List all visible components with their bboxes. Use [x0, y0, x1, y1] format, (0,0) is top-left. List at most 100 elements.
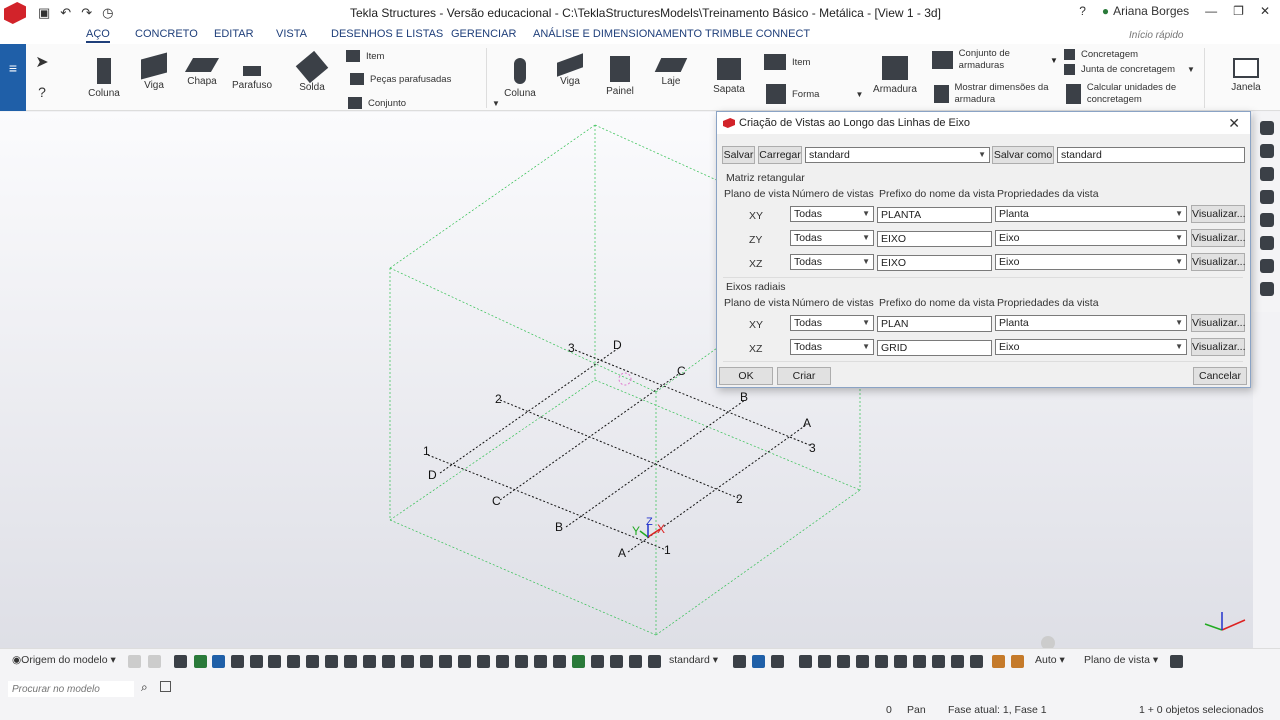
model-search-input[interactable]: [8, 681, 134, 697]
user-account[interactable]: ● Ariana Borges: [1102, 4, 1189, 18]
side-menu-button[interactable]: ≡: [0, 44, 26, 111]
calculate-pour-units-button[interactable]: Calcular unidades de concretagem: [1066, 82, 1196, 106]
align-x-icon[interactable]: [913, 655, 926, 668]
work-plane-icon[interactable]: [992, 655, 1005, 668]
save-icon[interactable]: ▣: [38, 5, 50, 21]
help-icon[interactable]: ?: [1079, 4, 1086, 18]
select-reference-icon[interactable]: [420, 655, 433, 668]
visibility-icon[interactable]: [771, 655, 784, 668]
select-bolts-icon[interactable]: [250, 655, 263, 668]
window-button[interactable]: Janela: [1224, 58, 1268, 93]
search-icon[interactable]: ⌕: [141, 680, 148, 695]
snap-nearest-icon[interactable]: [572, 655, 585, 668]
view-prefix-input[interactable]: PLANTA: [877, 207, 992, 223]
view-count-select[interactable]: Todas ▼: [790, 230, 874, 246]
origin-select[interactable]: ◉Origem do modelo ▾: [12, 654, 116, 666]
view-button[interactable]: Visualizar...: [1191, 253, 1246, 271]
save-as-button[interactable]: Salvar como: [992, 146, 1054, 164]
arrow-icon[interactable]: [970, 655, 983, 668]
view-properties-select[interactable]: Planta ▼: [995, 315, 1187, 331]
rebar-set-dropdown-icon[interactable]: ▼: [1050, 56, 1058, 65]
query-tool[interactable]: ?: [32, 84, 52, 100]
snap-any-icon[interactable]: [591, 655, 604, 668]
gear-icon[interactable]: [1259, 213, 1274, 227]
item-button[interactable]: Item: [346, 50, 384, 62]
search-options-icon[interactable]: [160, 681, 171, 692]
cloud-icon[interactable]: [1259, 190, 1274, 204]
tab-analise[interactable]: ANÁLISE E DIMENSIONAMENTO: [533, 28, 702, 40]
weld-button[interactable]: Solda: [292, 50, 332, 93]
view-button[interactable]: Visualizar...: [1191, 314, 1246, 332]
select-views-icon[interactable]: [382, 655, 395, 668]
show-rebar-dimensions-button[interactable]: Mostrar dimensões da armadura: [934, 82, 1054, 106]
view-prefix-input[interactable]: GRID: [877, 340, 992, 356]
pour-button[interactable]: Concretagem: [1064, 49, 1138, 60]
hand-icon[interactable]: [1259, 236, 1274, 250]
rebar-set-button[interactable]: Conjunto de armaduras: [932, 48, 1052, 72]
view-prefix-input[interactable]: PLAN: [877, 316, 992, 332]
select-points-icon[interactable]: [344, 655, 357, 668]
snap-plus-icon[interactable]: [128, 655, 141, 668]
view-properties-select[interactable]: Eixo ▼: [995, 230, 1187, 246]
pour-joint-button[interactable]: Junta de concretagem ▼: [1064, 64, 1195, 75]
cancel-button[interactable]: Cancelar: [1193, 367, 1247, 385]
slab-button[interactable]: Laje: [651, 58, 691, 87]
dialog-close-button[interactable]: ✕: [1228, 115, 1240, 132]
angle-icon[interactable]: [894, 655, 907, 668]
globe-icon[interactable]: [1259, 167, 1274, 181]
snap-points-icon[interactable]: [458, 655, 471, 668]
circle-icon[interactable]: [837, 655, 850, 668]
footing-button[interactable]: Sapata: [708, 58, 750, 95]
snap-intersections-icon[interactable]: [515, 655, 528, 668]
snap-centers-icon[interactable]: [496, 655, 509, 668]
view-plane-select[interactable]: Plano de vista ▾: [1084, 654, 1158, 666]
minimize-button[interactable]: —: [1205, 4, 1217, 18]
steel-column-button[interactable]: Coluna: [84, 58, 124, 99]
rebar-button[interactable]: Armadura: [872, 56, 918, 95]
view-properties-select[interactable]: Eixo ▼: [995, 254, 1187, 270]
align-icon[interactable]: [951, 655, 964, 668]
snap-custom-icon[interactable]: [648, 655, 661, 668]
snap-grid-icon[interactable]: [148, 655, 161, 668]
snap-ref-lines-icon[interactable]: [439, 655, 452, 668]
tab-concreto[interactable]: CONCRETO: [135, 28, 198, 40]
save-button[interactable]: Salvar: [722, 146, 755, 164]
formwork-dropdown-icon[interactable]: ▼: [855, 90, 863, 99]
assembly-dropdown-icon[interactable]: ▼: [492, 99, 500, 108]
concrete-column-button[interactable]: Coluna: [500, 58, 540, 99]
select-all-icon[interactable]: [174, 655, 187, 668]
view-properties-select[interactable]: Planta ▼: [995, 206, 1187, 222]
concrete-item-button[interactable]: Item: [764, 54, 810, 70]
snap-midpoints-icon[interactable]: [477, 655, 490, 668]
view-properties-select[interactable]: Eixo ▼: [995, 339, 1187, 355]
view-button[interactable]: Visualizar...: [1191, 338, 1246, 356]
view-count-select[interactable]: Todas ▼: [790, 315, 874, 331]
view-plane-icon[interactable]: [1011, 655, 1024, 668]
select-filter-icon[interactable]: [733, 655, 746, 668]
select-parts-icon[interactable]: [194, 655, 207, 668]
tab-vista[interactable]: VISTA: [276, 28, 307, 40]
load-button[interactable]: Carregar: [758, 146, 802, 164]
tab-desenhos-listas[interactable]: DESENHOS E LISTAS: [331, 28, 443, 40]
select-planes-icon[interactable]: [401, 655, 414, 668]
load-select[interactable]: standard ▼: [805, 147, 990, 163]
select-welds-icon[interactable]: [231, 655, 244, 668]
formwork-button[interactable]: Forma ▼: [766, 84, 863, 104]
tab-gerenciar[interactable]: GERENCIAR: [451, 28, 516, 40]
steel-beam-button[interactable]: Viga: [134, 52, 174, 91]
select-surfaces-icon[interactable]: [212, 655, 225, 668]
select-cuts-icon[interactable]: [363, 655, 376, 668]
snap-free-icon[interactable]: [610, 655, 623, 668]
quick-launch-input[interactable]: [1125, 27, 1260, 43]
cube-icon[interactable]: [1259, 259, 1274, 273]
snap-extension-icon[interactable]: [553, 655, 566, 668]
bolt-button[interactable]: Parafuso: [232, 66, 272, 91]
square-icon[interactable]: [818, 655, 831, 668]
concrete-beam-button[interactable]: Viga: [550, 53, 590, 87]
save-as-input[interactable]: standard: [1057, 147, 1245, 163]
view-cube-gizmo[interactable]: [1204, 612, 1246, 631]
cross-box-icon[interactable]: [799, 655, 812, 668]
create-button[interactable]: Criar: [777, 367, 831, 385]
tab-editar[interactable]: EDITAR: [214, 28, 254, 40]
select-grid-lines-icon[interactable]: [325, 655, 338, 668]
